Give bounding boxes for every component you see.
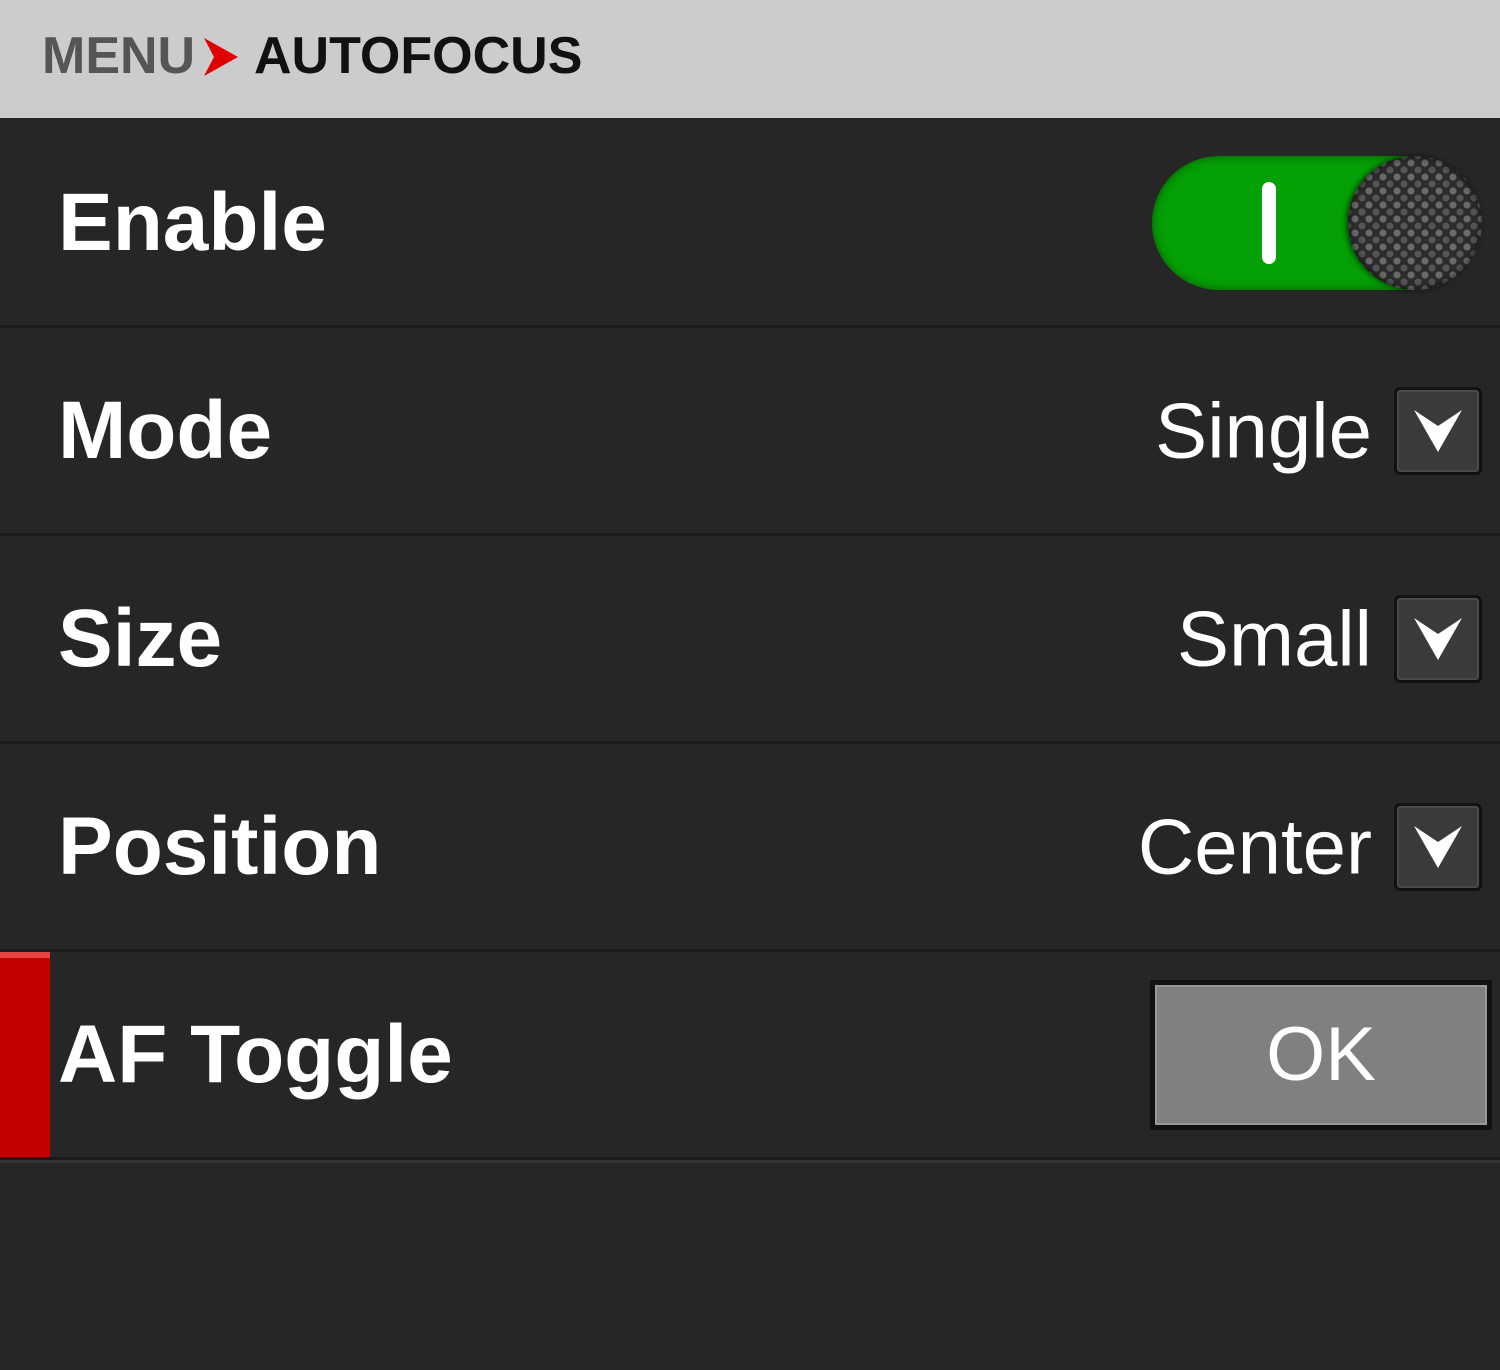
position-dropdown-button[interactable] [1394, 802, 1482, 891]
size-value[interactable]: Small [1177, 593, 1372, 684]
row-label: Size [58, 592, 223, 684]
toggle-knob[interactable] [1348, 155, 1482, 290]
row-size[interactable]: Size Small [0, 536, 1500, 744]
breadcrumb-menu[interactable]: MENU [42, 26, 195, 86]
mode-dropdown-button[interactable] [1394, 386, 1482, 475]
mode-value[interactable]: Single [1155, 385, 1372, 476]
row-enable: Enable [0, 120, 1500, 328]
enable-toggle[interactable] [1152, 155, 1482, 290]
chevron-down-icon [1414, 617, 1462, 660]
row-mode[interactable]: Mode Single [0, 328, 1500, 536]
row-af-toggle[interactable]: AF Toggle OK [0, 952, 1500, 1160]
row-label: Enable [58, 176, 327, 268]
chevron-down-icon [1414, 409, 1462, 452]
position-value[interactable]: Center [1138, 801, 1372, 892]
row-label: Mode [58, 384, 273, 476]
chevron-right-icon [200, 36, 240, 78]
toggle-on-indicator-icon [1262, 181, 1276, 264]
row-label: AF Toggle [58, 1008, 453, 1100]
header-bar: MENU AUTOFOCUS [0, 0, 1500, 118]
chevron-down-icon [1414, 825, 1462, 868]
breadcrumb-current: AUTOFOCUS [254, 27, 583, 85]
af-toggle-ok-button[interactable]: OK [1150, 979, 1492, 1130]
row-position[interactable]: Position Center [0, 744, 1500, 952]
row-label: Position [58, 800, 382, 892]
size-dropdown-button[interactable] [1394, 594, 1482, 683]
selection-indicator [0, 952, 50, 1157]
